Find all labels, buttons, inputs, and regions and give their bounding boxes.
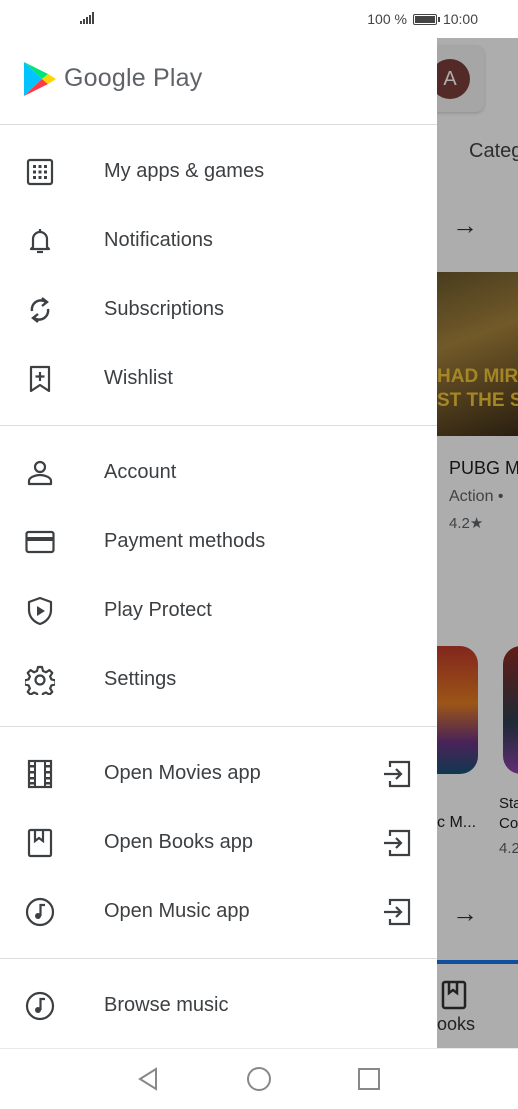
google-play-logo — [24, 62, 56, 96]
menu-item-label: Account — [104, 461, 177, 483]
menu-item-open-books[interactable]: Open Books app — [0, 808, 437, 877]
menu-item-label: Open Books app — [104, 831, 253, 853]
bell-icon — [24, 225, 56, 257]
shield-play-icon — [24, 595, 56, 627]
menu-item-label: My apps & games — [104, 160, 265, 182]
menu-item-subscriptions[interactable]: Subscriptions — [0, 275, 437, 344]
menu-item-account[interactable]: Account — [0, 438, 437, 507]
menu-item-label: Payment methods — [104, 530, 266, 552]
drawer-section: Browse music — [0, 959, 437, 1052]
film-icon — [24, 758, 56, 790]
menu-item-notifications[interactable]: Notifications — [0, 206, 437, 275]
menu-item-label: Settings — [104, 668, 177, 690]
book-icon — [24, 827, 56, 859]
menu-item-label: Play Protect — [104, 599, 212, 621]
apps-grid-icon — [24, 156, 56, 188]
menu-item-wishlist[interactable]: Wishlist — [0, 344, 437, 413]
menu-item-label: Open Music app — [104, 900, 250, 922]
menu-item-payment-methods[interactable]: Payment methods — [0, 507, 437, 576]
navigation-drawer: Google Play My apps & games Notification… — [0, 38, 437, 1048]
menu-item-my-apps[interactable]: My apps & games — [0, 137, 437, 206]
home-icon[interactable] — [245, 1065, 273, 1093]
drawer-section: My apps & games Notifications Subscripti… — [0, 125, 437, 426]
open-app-icon — [382, 828, 412, 858]
menu-item-open-movies[interactable]: Open Movies app — [0, 739, 437, 808]
recents-icon[interactable] — [355, 1065, 383, 1093]
bookmark-add-icon — [24, 363, 56, 395]
refresh-icon — [24, 294, 56, 326]
drawer-section: Open Movies app Open Books app Open Musi… — [0, 727, 437, 959]
person-icon — [24, 457, 56, 489]
menu-item-settings[interactable]: Settings — [0, 645, 437, 714]
menu-item-open-music[interactable]: Open Music app — [0, 877, 437, 946]
menu-item-label: Notifications — [104, 229, 213, 251]
battery-percent: 100 % — [367, 11, 407, 27]
menu-item-label: Wishlist — [104, 367, 173, 389]
status-bar: 100 % 10:00 — [0, 0, 518, 38]
menu-item-label: Browse music — [104, 994, 229, 1016]
system-nav-bar — [0, 1048, 518, 1109]
music-icon — [24, 990, 56, 1022]
credit-card-icon — [24, 526, 56, 558]
open-app-icon — [382, 897, 412, 927]
drawer-section: Account Payment methods Play Protect Set… — [0, 426, 437, 727]
menu-item-label: Open Movies app — [104, 762, 261, 784]
clock: 10:00 — [442, 11, 478, 27]
back-icon[interactable] — [134, 1065, 162, 1093]
battery-icon — [412, 13, 440, 25]
music-icon — [24, 896, 56, 928]
gear-icon — [24, 664, 56, 696]
menu-item-play-protect[interactable]: Play Protect — [0, 576, 437, 645]
signal-icon — [80, 12, 94, 24]
menu-item-label: Subscriptions — [104, 298, 225, 320]
brand-name: Google Play — [64, 64, 203, 92]
drawer-header: Google Play — [0, 38, 437, 125]
open-app-icon — [382, 759, 412, 789]
menu-item-browse-music[interactable]: Browse music — [0, 971, 437, 1040]
